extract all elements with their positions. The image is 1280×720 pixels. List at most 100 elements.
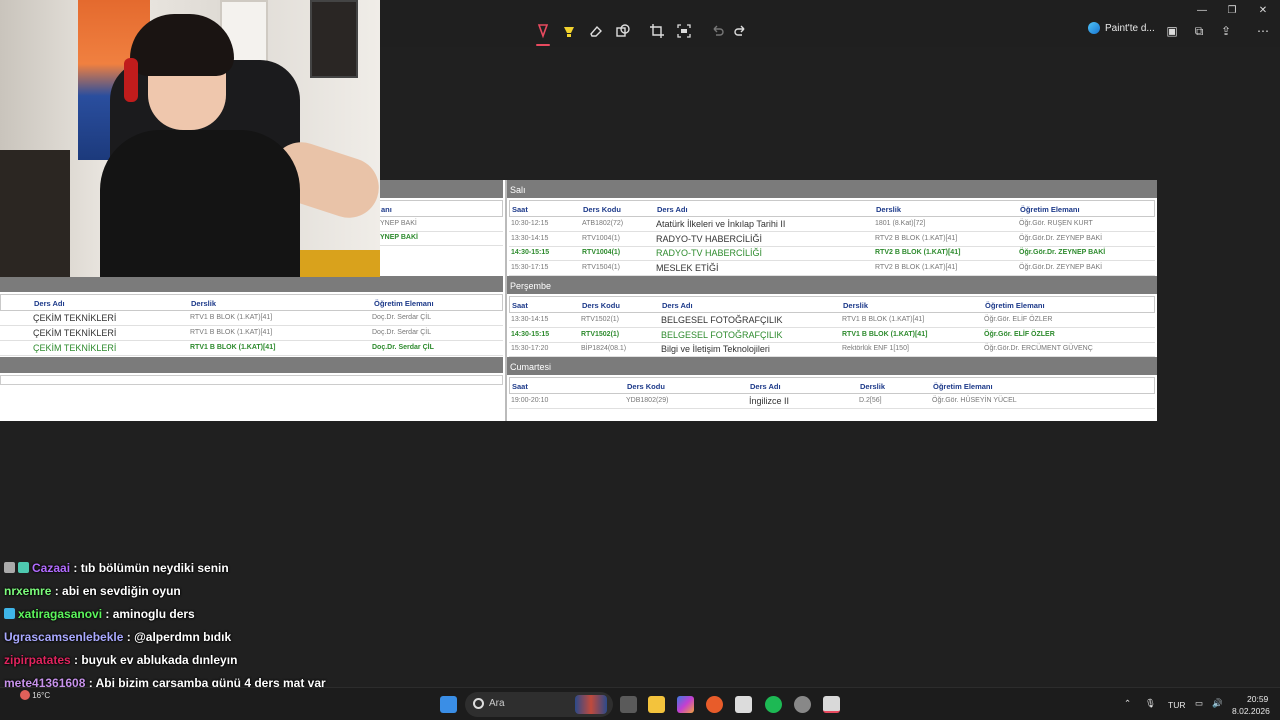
section-header xyxy=(0,357,503,373)
name-cell: BELGESEL FOTOĞRAFÇILIK xyxy=(661,315,783,325)
table-row: 15:30-17:20 BİP1824(08.1) Bilgi ve İletişi… xyxy=(509,343,1155,357)
taskbar: 16°C Ara ⌃ 🎙 TUR ▭ 🔊 20:59 8.02.2026 xyxy=(0,687,1280,720)
tray-overflow-icon[interactable]: ⌃ xyxy=(1124,698,1131,709)
chat-username[interactable]: Cazaai xyxy=(32,561,70,575)
code-cell: ATB1802(72) xyxy=(582,220,624,227)
pen-icon[interactable] xyxy=(532,20,554,46)
table-row: 13:30-14:15 RTV1502(1) BELGESEL FOTOĞRAFÇI… xyxy=(509,314,1155,328)
text-actions-icon[interactable] xyxy=(673,20,695,42)
col-code: Ders Kodu xyxy=(627,382,665,391)
col-time: Saat xyxy=(512,382,528,391)
room-cell: RTV2 B BLOK (1.KAT)[41] xyxy=(875,234,958,242)
chat-username[interactable]: Ugrascamsenlebekle xyxy=(4,630,123,644)
store-icon[interactable] xyxy=(735,696,752,713)
column-header: Saat Ders Kodu Ders Adı Derslik Öğretim Elem… xyxy=(509,296,1155,313)
paint-icon xyxy=(1088,22,1100,34)
language-indicator[interactable]: TUR xyxy=(1168,700,1185,710)
undo-icon[interactable] xyxy=(706,20,728,42)
weather-widget[interactable]: 16°C xyxy=(20,690,50,700)
chat-badge-icon xyxy=(4,562,15,573)
search-box[interactable]: Ara xyxy=(465,692,613,717)
more-options-icon[interactable]: ⋯ xyxy=(1256,24,1270,38)
day-header: Cumartesi xyxy=(507,357,1157,375)
teacher-cell: Öğr.Gör. ELİF ÖZLER xyxy=(984,330,1055,338)
day-header: Salı xyxy=(507,180,1157,198)
table-row: 14:30-15:15 RTV1502(1) BELGESEL FOTOĞRAFÇI… xyxy=(509,329,1155,343)
room-cell: RTV1 B BLOK (1.KAT)[41] xyxy=(190,329,273,336)
schedule-right-panel: Salı Saat Ders Kodu Ders Adı Derslik Öğretim … xyxy=(505,180,1157,421)
col-name: Ders Adı xyxy=(657,205,688,214)
empty-row xyxy=(0,375,503,385)
highlighter-icon[interactable] xyxy=(558,20,580,42)
name-cell: Bilgi ve İletişim Teknolojileri xyxy=(661,344,770,354)
chat-message: xatiragasanovi : aminoglu ders xyxy=(4,607,384,630)
redo-icon[interactable] xyxy=(730,20,752,42)
close-icon[interactable]: ✕ xyxy=(1256,3,1270,17)
task-view-icon[interactable] xyxy=(620,696,637,713)
table-row: 19:00-20:10 YDB1802(29) İngilizce II D.2[56… xyxy=(509,395,1155,409)
file-explorer-icon[interactable] xyxy=(648,696,665,713)
room-cell: RTV2 B BLOK (1.KAT)[41] xyxy=(875,249,961,256)
column-header: Ders Adı Derslik Öğretim Elemanı xyxy=(0,294,503,311)
chat-badge-icon xyxy=(4,608,15,619)
save-icon[interactable]: ▣ xyxy=(1165,24,1179,38)
table-row: 15:30-17:15 RTV1504(1) MESLEK ETİĞİ RTV2 B … xyxy=(509,262,1155,276)
clock-date[interactable]: 8.02.2026 xyxy=(1232,706,1270,716)
open-in-paint-button[interactable]: Paint'te d... xyxy=(1088,22,1155,34)
restore-icon[interactable]: ❐ xyxy=(1225,3,1239,17)
chat-message: Ugrascamsenlebekle : @alperdmn bıdık xyxy=(4,630,384,653)
clock-time[interactable]: 20:59 xyxy=(1247,694,1268,704)
room-cell: RTV1 B BLOK (1.KAT)[41] xyxy=(842,316,925,323)
col-code: Ders Kodu xyxy=(583,205,621,214)
table-row: ÇEKİM TEKNİKLERİ RTV1 B BLOK (1.KAT)[41] D… xyxy=(0,327,503,341)
chat-text: : abi en sevdiğin oyun xyxy=(51,584,181,598)
col-name: Ders Adı xyxy=(750,382,781,391)
teacher-cell: Öğr.Gör.Dr. ZEYNEP BAKİ xyxy=(1019,263,1103,271)
chat-text: : aminoglu ders xyxy=(102,607,195,621)
teacher-cell: Doç.Dr. Serdar ÇİL xyxy=(372,329,432,336)
chat-username[interactable]: xatiragasanovi xyxy=(18,607,102,621)
col-time: Saat xyxy=(512,205,528,214)
snipping-tool-icon[interactable] xyxy=(823,696,840,713)
chat-username[interactable]: zipirpatates xyxy=(4,653,71,667)
copilot-icon[interactable] xyxy=(677,696,694,713)
col-room: Derslik xyxy=(843,301,869,310)
code-cell: RTV1502(1) xyxy=(581,330,620,338)
col-room: Derslik xyxy=(860,382,886,391)
time-cell: 15:30-17:15 xyxy=(511,263,549,271)
network-icon[interactable]: ▭ xyxy=(1195,698,1203,709)
app-icon[interactable] xyxy=(794,696,811,713)
code-cell: RTV1504(1) xyxy=(582,263,621,271)
time-cell: 15:30-17:20 xyxy=(511,345,549,352)
col-name: Ders Adı xyxy=(662,301,693,310)
code-cell: BİP1824(08.1) xyxy=(581,345,627,352)
teacher-cell: Öğr.Gör. ELİF ÖZLER xyxy=(984,316,1053,323)
table-row: ÇEKİM TEKNİKLERİ RTV1 B BLOK (1.KAT)[41] D… xyxy=(0,312,503,326)
room-cell: RTV1 B BLOK (1.KAT)[41] xyxy=(190,344,276,351)
firefox-icon[interactable] xyxy=(706,696,723,713)
microphone-icon[interactable]: 🎙 xyxy=(1145,698,1156,709)
start-icon[interactable] xyxy=(440,696,457,713)
chat-username[interactable]: nrxemre xyxy=(4,584,51,598)
code-cell: RTV1004(1) xyxy=(582,234,621,242)
name-cell: RADYO-TV HABERCİLİĞİ xyxy=(656,233,763,244)
chat-message: nrxemre : abi en sevdiğin oyun xyxy=(4,584,384,607)
teacher-cell: Doç.Dr. Serdar ÇİL xyxy=(372,314,432,321)
name-cell: RADYO-TV HABERCİLİĞİ xyxy=(656,248,763,258)
col-time: Saat xyxy=(512,301,528,310)
spotify-icon[interactable] xyxy=(765,696,782,713)
code-cell: RTV1502(1) xyxy=(581,316,620,323)
share-icon[interactable]: ⇪ xyxy=(1219,24,1233,38)
minimize-icon[interactable]: — xyxy=(1195,3,1209,17)
weather-icon xyxy=(20,690,30,700)
chat-text: : @alperdmn bıdık xyxy=(123,630,232,644)
crop-icon[interactable] xyxy=(646,20,668,42)
eraser-icon[interactable] xyxy=(585,20,607,42)
col-code: Ders Kodu xyxy=(582,301,620,310)
volume-icon[interactable]: 🔊 xyxy=(1212,698,1223,709)
copy-icon[interactable]: ⧉ xyxy=(1192,24,1206,38)
code-cell: YDB1802(29) xyxy=(626,397,669,404)
time-cell: 13:30-14:15 xyxy=(511,316,549,323)
teacher-cell: Öğr.Gör.Dr. ZEYNEP BAKİ xyxy=(1019,249,1106,256)
shapes-icon[interactable] xyxy=(612,20,634,42)
